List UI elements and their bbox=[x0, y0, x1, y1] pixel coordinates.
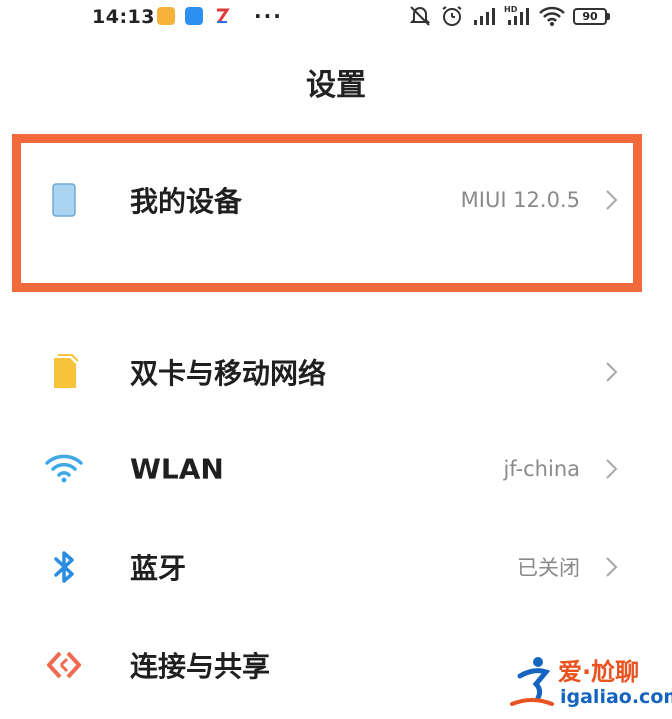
page-title: 设置 bbox=[306, 68, 366, 103]
settings-item-label: 蓝牙 bbox=[130, 552, 187, 585]
chevron-right-icon bbox=[604, 188, 620, 212]
settings-item-my-device[interactable]: 我的设备 MIUI 12.0.5 bbox=[0, 160, 672, 240]
settings-item-value: 已关闭 bbox=[517, 556, 580, 580]
device-icon bbox=[44, 180, 84, 220]
notes-app-icon bbox=[157, 7, 175, 25]
settings-item-sim-network[interactable]: 双卡与移动网络 bbox=[0, 332, 672, 412]
settings-item-label: 连接与共享 bbox=[130, 650, 271, 683]
settings-item-value: jf-china bbox=[503, 457, 580, 481]
settings-item-label: 双卡与移动网络 bbox=[130, 357, 327, 390]
signal-icon bbox=[472, 4, 498, 32]
mute-icon bbox=[408, 4, 432, 32]
status-time: 14:13 bbox=[92, 6, 155, 28]
watermark-name: 爱·尬聊 bbox=[558, 658, 640, 686]
watermark-url: igaliao.com bbox=[560, 686, 672, 708]
bluetooth-icon bbox=[44, 547, 84, 587]
settings-item-label: 我的设备 bbox=[130, 185, 243, 218]
settings-item-label: WLAN bbox=[130, 452, 224, 486]
settings-item-wlan[interactable]: WLAN jf-china bbox=[0, 429, 672, 509]
hd-signal-icon: HD bbox=[504, 4, 532, 32]
battery-tip bbox=[607, 13, 610, 20]
message-app-icon bbox=[185, 7, 203, 25]
chevron-right-icon bbox=[604, 360, 620, 384]
settings-item-bluetooth[interactable]: 蓝牙 已关闭 bbox=[0, 527, 672, 607]
status-bar: 14:13 ··· HD 90 bbox=[0, 0, 672, 36]
chevron-right-icon bbox=[604, 457, 620, 481]
connection-share-icon bbox=[44, 645, 84, 685]
watermark-logo-icon bbox=[508, 654, 556, 714]
chevron-right-icon bbox=[604, 555, 620, 579]
more-notifications-icon: ··· bbox=[254, 4, 283, 28]
settings-item-value: MIUI 12.0.5 bbox=[460, 188, 580, 212]
wifi-icon bbox=[44, 449, 84, 489]
svg-text:HD: HD bbox=[504, 5, 518, 14]
alarm-icon bbox=[440, 4, 464, 32]
wifi-status-icon bbox=[538, 4, 566, 32]
app-logo-icon bbox=[213, 7, 231, 25]
battery-indicator: 90 bbox=[573, 8, 607, 25]
sim-card-icon bbox=[44, 352, 84, 392]
